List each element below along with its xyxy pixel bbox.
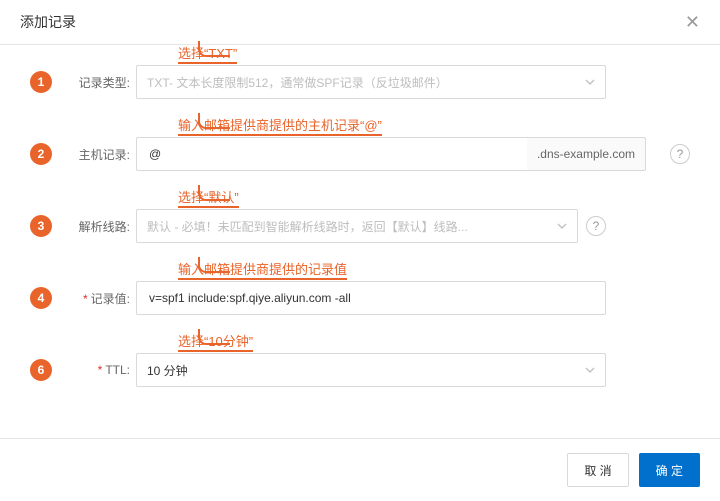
dialog-header: 添加记录 ✕ <box>0 0 720 45</box>
input-host-record-field[interactable] <box>147 146 497 162</box>
input-record-value[interactable] <box>136 281 606 315</box>
label-record-type: 记录类型: <box>58 74 136 91</box>
dialog-body: 选择“TXT” 1 记录类型: TXT- 文本长度限制512，通常做SPF记录（… <box>0 45 720 387</box>
step-badge-1: 1 <box>30 71 52 93</box>
dialog-footer: 取 消 确 定 <box>0 438 720 501</box>
close-icon[interactable]: ✕ <box>685 13 700 31</box>
help-icon[interactable]: ? <box>670 144 690 164</box>
select-record-type[interactable]: TXT- 文本长度限制512，通常做SPF记录（反垃圾邮件） <box>136 65 606 99</box>
input-host-record[interactable] <box>136 137 527 171</box>
chevron-down-icon <box>585 365 595 375</box>
row-record-type: 选择“TXT” 1 记录类型: TXT- 文本长度限制512，通常做SPF记录（… <box>30 65 690 99</box>
chevron-down-icon <box>585 77 595 87</box>
connector-icon <box>198 41 230 57</box>
step-badge-4: 4 <box>30 287 52 309</box>
chevron-down-icon <box>557 221 567 231</box>
select-value: 10 分钟 <box>147 362 188 379</box>
row-resolve-line: 选择“默认” 3 解析线路: 默认 - 必填！未匹配到智能解析线路时，返回【默认… <box>30 209 690 243</box>
row-ttl: 选择“10分钟” 6 TTL: 10 分钟 <box>30 353 690 387</box>
add-record-dialog: 添加记录 ✕ 选择“TXT” 1 记录类型: TXT- 文本长度限制512，通常… <box>0 0 720 501</box>
dialog-title: 添加记录 <box>20 12 76 32</box>
label-resolve-line: 解析线路: <box>58 218 136 235</box>
row-host-record: 输入邮箱提供商提供的主机记录“@” 2 主机记录: .dns-example.c… <box>30 137 690 171</box>
confirm-button[interactable]: 确 定 <box>639 453 700 487</box>
step-badge-2: 2 <box>30 143 52 165</box>
connector-icon <box>198 185 230 201</box>
cancel-button[interactable]: 取 消 <box>567 453 628 487</box>
host-suffix: .dns-example.com <box>527 137 646 171</box>
step-badge-3: 3 <box>30 215 52 237</box>
help-icon[interactable]: ? <box>586 216 606 236</box>
select-ttl[interactable]: 10 分钟 <box>136 353 606 387</box>
select-value: 默认 - 必填！未匹配到智能解析线路时，返回【默认】线路... <box>147 218 468 235</box>
input-record-value-field[interactable] <box>147 290 575 306</box>
label-ttl: TTL: <box>58 363 136 377</box>
label-record-value: 记录值: <box>58 290 136 307</box>
connector-icon <box>198 329 230 345</box>
select-value: TXT- 文本长度限制512，通常做SPF记录（反垃圾邮件） <box>147 74 448 91</box>
row-record-value: 输入邮箱提供商提供的记录值 4 记录值: <box>30 281 690 315</box>
connector-icon <box>198 257 230 273</box>
step-badge-6: 6 <box>30 359 52 381</box>
connector-icon <box>198 113 230 129</box>
select-resolve-line[interactable]: 默认 - 必填！未匹配到智能解析线路时，返回【默认】线路... <box>136 209 578 243</box>
label-host-record: 主机记录: <box>58 146 136 163</box>
